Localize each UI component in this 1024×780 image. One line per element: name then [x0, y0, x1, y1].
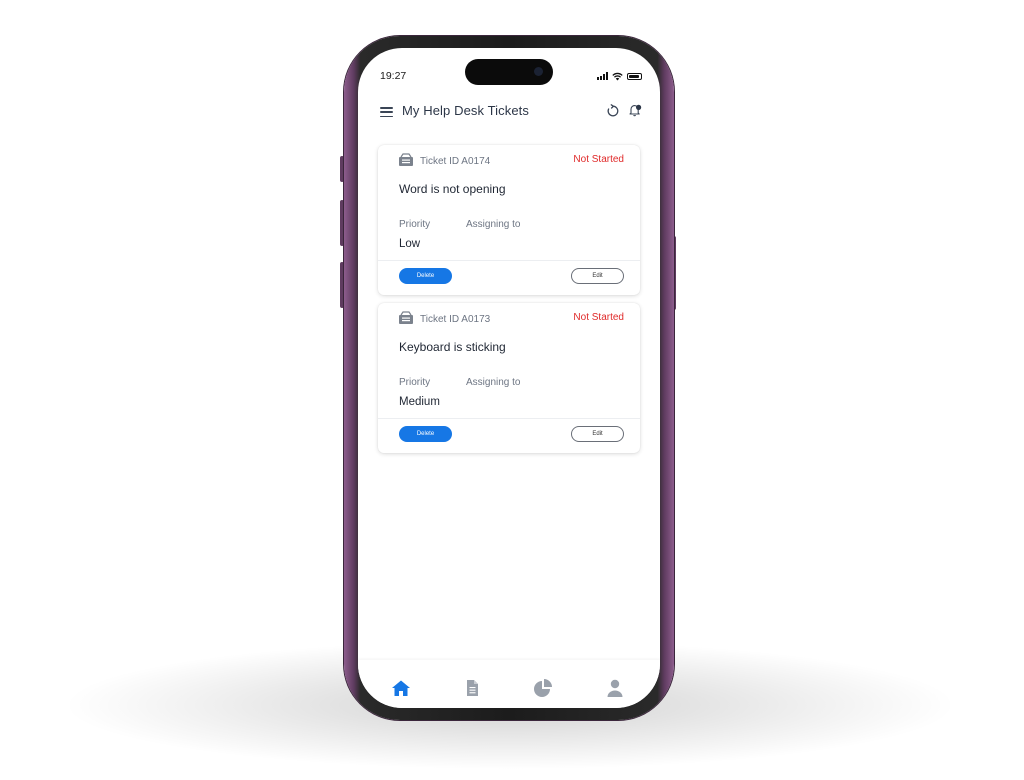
delete-button[interactable]: Delete [399, 268, 452, 284]
ticket-id: Ticket ID A0174 [420, 156, 491, 167]
cellular-signal-icon [597, 72, 608, 80]
profile-icon[interactable] [605, 678, 625, 698]
card-divider [378, 418, 640, 419]
ticket-icon [399, 153, 413, 166]
status-badge: Not Started [573, 154, 624, 165]
card-divider [378, 260, 640, 261]
delete-button[interactable]: Delete [399, 426, 452, 442]
priority-value: Low [399, 238, 421, 250]
mockup-stage: 19:27 My Help Desk Tickets Ticket ID A01… [0, 0, 1024, 780]
camera-icon [534, 67, 543, 76]
status-time: 19:27 [380, 70, 407, 82]
status-bar: 19:27 [358, 48, 660, 98]
system-icons [597, 71, 642, 81]
hamburger-menu-icon[interactable] [380, 107, 393, 118]
ticket-icon [399, 311, 413, 324]
ticket-subject: Word is not opening [399, 182, 506, 196]
phone-screen: 19:27 My Help Desk Tickets Ticket ID A01… [358, 48, 660, 708]
wifi-icon [612, 72, 623, 80]
page-title: My Help Desk Tickets [402, 103, 529, 118]
edit-button[interactable]: Edit [571, 268, 624, 284]
priority-label: Priority [399, 377, 431, 388]
ticket-id: Ticket ID A0173 [420, 314, 491, 325]
dynamic-island [465, 59, 553, 85]
bell-icon[interactable] [628, 103, 642, 117]
edit-button[interactable]: Edit [571, 426, 624, 442]
home-icon[interactable] [391, 678, 411, 698]
battery-icon [627, 72, 642, 80]
ticket-card[interactable]: Ticket ID A0174 Not Started Word is not … [378, 145, 640, 295]
ticket-subject: Keyboard is sticking [399, 340, 506, 354]
assigning-to-label: Assigning to [466, 219, 521, 230]
priority-value: Medium [399, 396, 440, 408]
document-icon[interactable] [462, 678, 482, 698]
status-badge: Not Started [573, 312, 624, 323]
priority-label: Priority [399, 219, 431, 230]
assigning-to-label: Assigning to [466, 377, 521, 388]
ticket-card[interactable]: Ticket ID A0173 Not Started Keyboard is … [378, 303, 640, 453]
bottom-nav [358, 660, 660, 708]
refresh-icon[interactable] [606, 104, 620, 118]
pie-chart-icon[interactable] [533, 678, 553, 698]
app-bar: My Help Desk Tickets [358, 98, 660, 128]
